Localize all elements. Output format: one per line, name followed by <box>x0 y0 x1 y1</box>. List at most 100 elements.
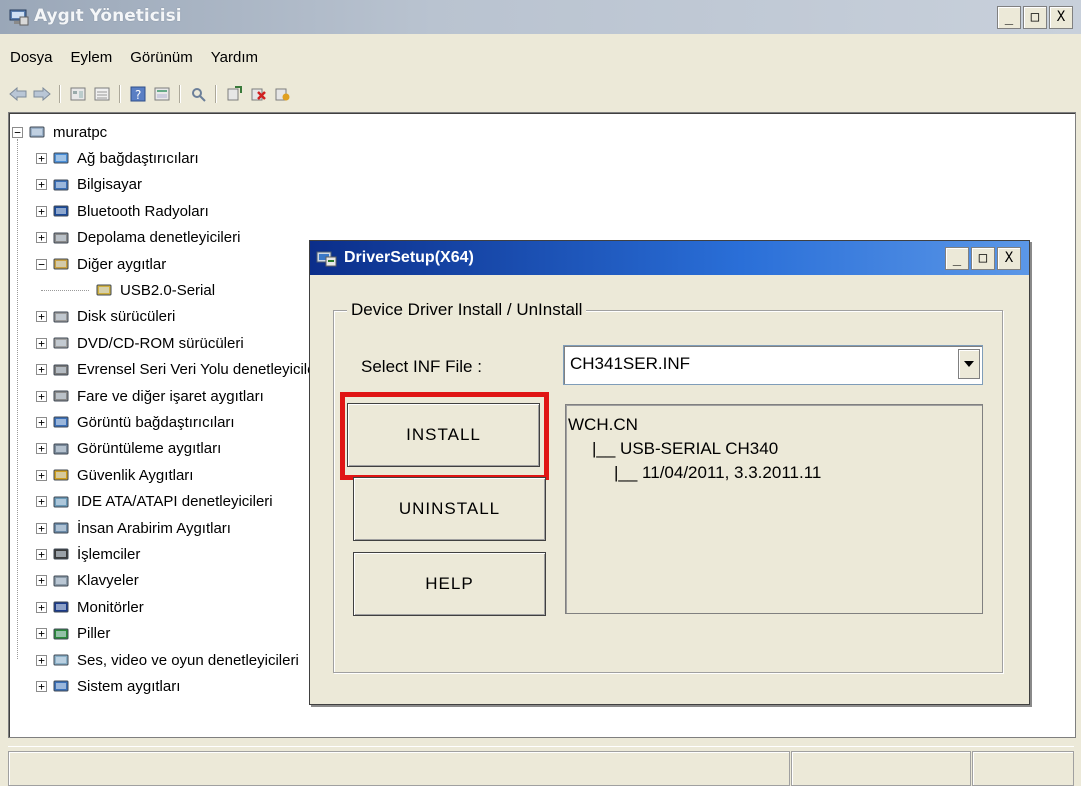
tree-root[interactable]: − muratpc <box>12 119 107 145</box>
scan-hardware-icon[interactable] <box>188 85 208 103</box>
back-icon[interactable] <box>8 85 28 103</box>
tree-item[interactable]: + Güvenlik Aygıtları <box>36 462 193 488</box>
details-icon[interactable] <box>152 85 172 103</box>
expand-icon[interactable]: + <box>36 575 47 587</box>
chevron-down-icon[interactable] <box>958 349 980 379</box>
security-device-icon <box>53 469 69 481</box>
expand-icon[interactable]: + <box>36 416 47 428</box>
tree-item-label: Piller <box>77 625 111 643</box>
tree-item[interactable]: + İnsan Arabirim Aygıtları <box>36 515 231 541</box>
tree-root-label: muratpc <box>53 123 108 141</box>
properties-view-icon[interactable] <box>68 85 88 103</box>
uninstall-button[interactable]: UNINSTALL <box>353 477 546 541</box>
select-inf-label: Select INF File : <box>361 357 482 376</box>
tree-item-label: Disk sürücüleri <box>77 308 176 326</box>
dialog-close-button[interactable]: X <box>997 247 1021 270</box>
tree-item[interactable]: + DVD/CD-ROM sürücüleri <box>36 330 244 356</box>
tree-guide-line <box>41 290 89 292</box>
tree-item-label: Diğer aygıtlar <box>77 255 167 273</box>
update-driver-icon[interactable] <box>224 85 244 103</box>
expand-icon[interactable]: + <box>36 654 47 666</box>
toolbar-separator <box>179 85 181 103</box>
menu-yardim[interactable]: Yardım <box>202 49 267 66</box>
expand-icon[interactable]: + <box>36 680 47 692</box>
tree-item[interactable]: + Klavyeler <box>36 568 139 594</box>
tree-item[interactable]: + Bluetooth Radyoları <box>36 198 209 224</box>
tree-item[interactable]: + İşlemciler <box>36 541 140 567</box>
driver-info-box: WCH.CN |__ USB-SERIAL CH340 |__ 11/04/20… <box>565 404 983 614</box>
window-titlebar[interactable]: Aygıt Yöneticisi _ □ X <box>0 0 1081 34</box>
list-view-icon[interactable] <box>92 85 112 103</box>
ide-controller-icon <box>53 496 69 508</box>
tree-item-label: İşlemciler <box>77 545 141 563</box>
tree-item[interactable]: + Bilgisayar <box>36 172 142 198</box>
inf-file-select[interactable]: CH341SER.INF <box>563 345 983 385</box>
expand-icon[interactable]: + <box>36 179 47 191</box>
tree-item[interactable]: + Görüntüleme aygıtları <box>36 436 221 462</box>
dialog-titlebar[interactable]: DriverSetup(X64) _ □ X <box>310 241 1029 275</box>
tree-item[interactable]: + Görüntü bağdaştırıcıları <box>36 409 235 435</box>
device-manager-icon <box>9 9 29 26</box>
maximize-button[interactable]: □ <box>1023 6 1047 29</box>
tree-item-label: Fare ve diğer işaret aygıtları <box>77 387 264 405</box>
imaging-device-icon <box>53 443 69 455</box>
expand-icon[interactable]: + <box>36 443 47 455</box>
expand-icon[interactable]: + <box>36 364 47 376</box>
expand-icon[interactable]: + <box>36 601 47 613</box>
tree-item[interactable]: + Ağ bağdaştırıcıları <box>36 145 199 171</box>
forward-icon[interactable] <box>32 85 52 103</box>
dialog-maximize-button[interactable]: □ <box>971 247 995 270</box>
expand-icon[interactable]: + <box>36 522 47 534</box>
menu-gorunum[interactable]: Görünüm <box>121 49 202 66</box>
tree-item[interactable]: + Ses, video ve oyun denetleyicileri <box>36 647 299 673</box>
tree-item[interactable]: + Piller <box>36 621 110 647</box>
expand-icon[interactable]: + <box>36 469 47 481</box>
dialog-title: DriverSetup(X64) <box>344 249 474 266</box>
toolbar-separator <box>59 85 61 103</box>
expand-icon[interactable]: + <box>36 496 47 508</box>
close-button[interactable]: X <box>1049 6 1073 29</box>
system-device-icon <box>53 680 69 692</box>
tree-item[interactable]: + Disk sürücüleri <box>36 304 175 330</box>
tree-child-item[interactable]: USB2.0-Serial <box>96 277 215 303</box>
menu-eylem[interactable]: Eylem <box>62 49 122 66</box>
collapse-icon[interactable]: − <box>12 126 23 138</box>
expand-icon[interactable]: + <box>36 205 47 217</box>
info-version: |__ 11/04/2011, 3.3.2011.11 <box>614 463 822 482</box>
mouse-icon <box>53 390 69 402</box>
info-device: |__ USB-SERIAL CH340 <box>592 439 779 458</box>
tree-child-label: USB2.0-Serial <box>120 281 216 299</box>
tree-item[interactable]: − Diğer aygıtlar <box>36 251 166 277</box>
help-button[interactable]: HELP <box>353 552 546 616</box>
tree-item[interactable]: + Sistem aygıtları <box>36 673 180 699</box>
expand-icon[interactable]: + <box>36 152 47 164</box>
status-bar <box>8 746 1074 786</box>
window-title: Aygıt Yöneticisi <box>34 6 182 26</box>
expand-icon[interactable]: + <box>36 548 47 560</box>
help-icon[interactable]: ? <box>128 85 148 103</box>
computer-icon <box>29 126 45 138</box>
tree-item[interactable]: + Monitörler <box>36 594 144 620</box>
expand-icon[interactable]: + <box>36 390 47 402</box>
toolbar-separator <box>215 85 217 103</box>
tree-item[interactable]: + Fare ve diğer işaret aygıtları <box>36 383 264 409</box>
collapse-icon[interactable]: − <box>36 258 47 270</box>
menu-dosya[interactable]: Dosya <box>0 49 62 66</box>
tree-item[interactable]: + IDE ATA/ATAPI denetleyicileri <box>36 489 273 515</box>
info-vendor: WCH.CN <box>568 415 638 434</box>
uninstall-icon[interactable] <box>248 85 268 103</box>
tree-item[interactable]: + Depolama denetleyicileri <box>36 225 240 251</box>
disable-icon[interactable] <box>272 85 292 103</box>
expand-icon[interactable]: + <box>36 311 47 323</box>
install-highlight-box <box>340 392 549 480</box>
group-label: Device Driver Install / UnInstall <box>347 300 587 320</box>
dialog-minimize-button[interactable]: _ <box>945 247 969 270</box>
status-panel <box>972 751 1074 786</box>
tree-item[interactable]: + Evrensel Seri Veri Yolu denetleyicileri <box>36 357 324 383</box>
expand-icon[interactable]: + <box>36 232 47 244</box>
expand-icon[interactable]: + <box>36 628 47 640</box>
expand-icon[interactable]: + <box>36 337 47 349</box>
driver-setup-dialog: DriverSetup(X64) _ □ X Device Driver Ins… <box>309 240 1030 705</box>
minimize-button[interactable]: _ <box>997 6 1021 29</box>
toolbar: ? <box>8 80 292 108</box>
